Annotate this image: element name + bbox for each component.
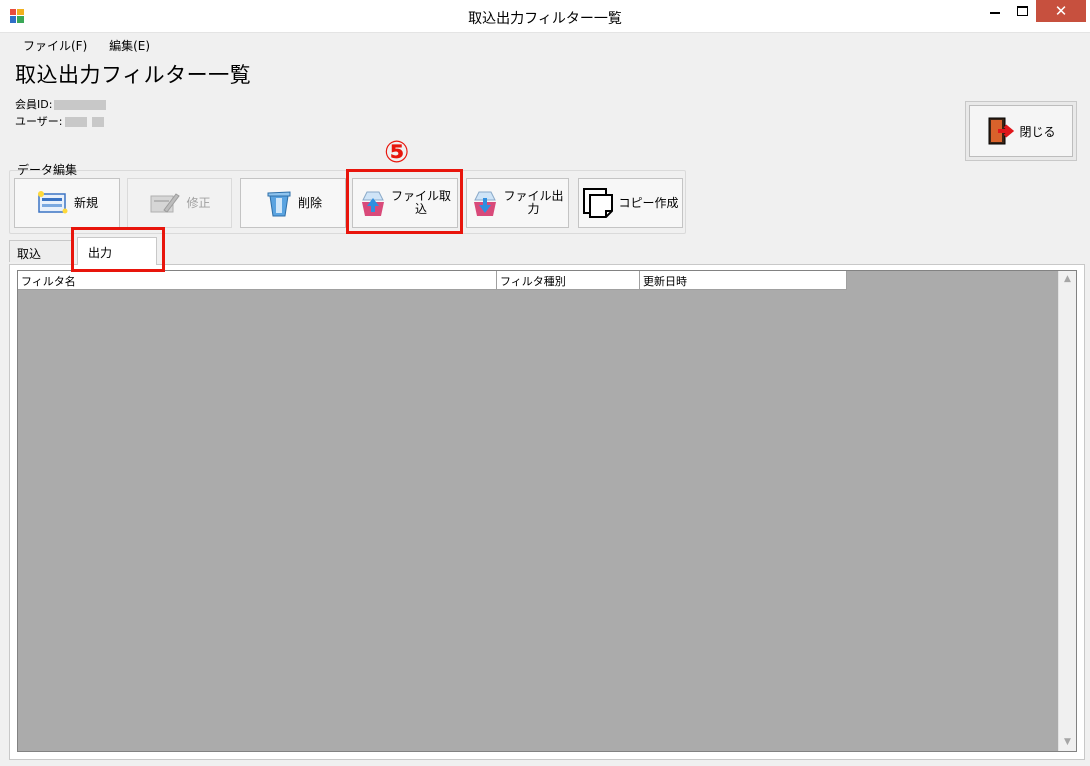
vertical-scrollbar[interactable]: ▲ ▼ xyxy=(1058,271,1076,751)
grid-header-row: フィルタ名 フィルタ種別 更新日時 xyxy=(18,271,847,291)
title-bar: 取込出力フィルター一覧 ✕ xyxy=(0,0,1090,33)
member-id-label: 会員ID: xyxy=(15,98,53,111)
edit-button-label: 修正 xyxy=(186,195,211,210)
new-record-icon xyxy=(37,191,68,214)
column-header-filter-name[interactable]: フィルタ名 xyxy=(18,271,497,290)
file-export-label-line1: ファイル出 xyxy=(503,189,564,203)
new-button-label: 新規 xyxy=(73,195,98,210)
highlight-export-tab-annotation xyxy=(71,227,165,272)
tab-panel-export: フィルタ名 フィルタ種別 更新日時 ▲ ▼ xyxy=(9,264,1085,760)
copy-create-button[interactable]: コピー作成 xyxy=(578,178,683,228)
highlight-file-import-annotation xyxy=(346,169,463,234)
close-button-label: 閉じる xyxy=(1019,124,1056,139)
scroll-up-icon[interactable]: ▲ xyxy=(1059,271,1076,288)
close-window-button[interactable]: ✕ xyxy=(1036,0,1086,22)
maximize-button[interactable] xyxy=(1012,0,1034,22)
delete-button-label: 削除 xyxy=(297,195,322,210)
edit-button[interactable]: 修正 xyxy=(127,178,232,228)
file-export-label-line2: 力 xyxy=(527,202,540,216)
close-panel: 閉じる xyxy=(965,101,1077,161)
member-id-mask xyxy=(54,100,107,110)
new-button[interactable]: 新規 xyxy=(14,178,120,228)
user-mask-2 xyxy=(91,117,104,127)
menu-bar: ファイル(F) 編集(E) xyxy=(10,34,160,56)
delete-button[interactable]: 削除 xyxy=(240,178,346,228)
data-edit-group-label: データ編集 xyxy=(17,163,78,177)
file-export-button[interactable]: ファイル出 力 xyxy=(466,178,569,228)
user-label: ユーザー: xyxy=(15,115,63,128)
file-export-icon xyxy=(474,191,497,216)
column-header-filter-type[interactable]: フィルタ種別 xyxy=(497,271,640,290)
file-export-button-label: ファイル出 力 xyxy=(503,190,563,216)
scroll-down-icon[interactable]: ▼ xyxy=(1059,734,1076,751)
column-header-updated-at[interactable]: 更新日時 xyxy=(640,271,847,290)
user-row: ユーザー: xyxy=(15,113,104,129)
tab-import[interactable]: 取込 xyxy=(9,240,73,262)
copy-document-icon xyxy=(583,188,614,218)
trash-bin-icon xyxy=(267,191,291,217)
close-button[interactable]: 閉じる xyxy=(969,105,1073,157)
member-id-row: 会員ID: xyxy=(15,96,107,112)
edit-pencil-icon xyxy=(150,193,181,213)
filter-list-grid[interactable]: フィルタ名 フィルタ種別 更新日時 ▲ ▼ xyxy=(17,270,1077,752)
step-marker-annotation: ⑤ xyxy=(384,135,410,170)
copy-create-button-label: コピー作成 xyxy=(618,195,679,210)
window-title: 取込出力フィルター一覧 xyxy=(468,11,622,27)
minimize-button[interactable] xyxy=(978,0,1012,22)
menu-file[interactable]: ファイル(F) xyxy=(10,34,97,56)
user-mask-1 xyxy=(64,117,87,127)
exit-door-icon xyxy=(988,117,1015,145)
page-title: 取込出力フィルター一覧 xyxy=(15,63,252,87)
menu-edit[interactable]: 編集(E) xyxy=(101,34,160,56)
